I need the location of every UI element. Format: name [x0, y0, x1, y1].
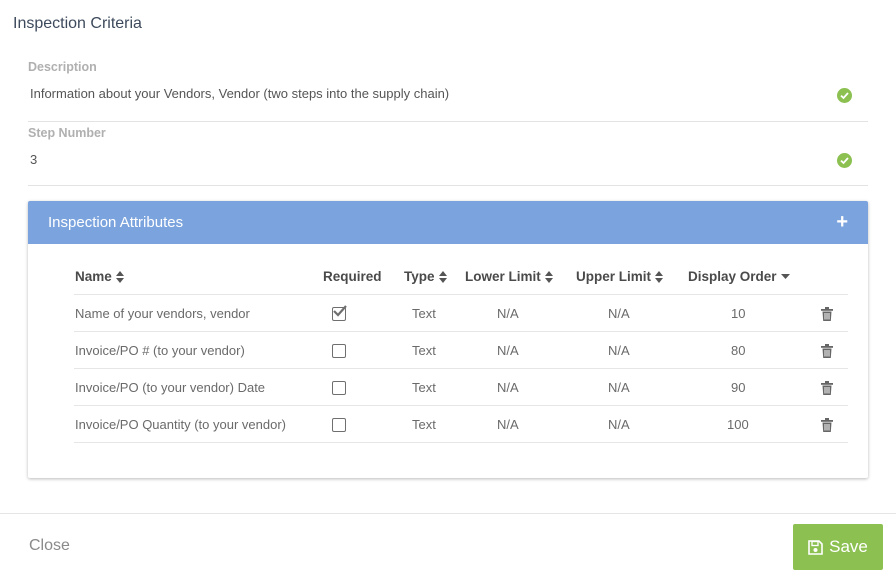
attribute-lower-limit: N/A — [464, 294, 575, 332]
column-header-lower-limit[interactable]: Lower Limit — [464, 259, 575, 295]
required-checkbox[interactable] — [332, 380, 346, 395]
trash-icon[interactable] — [820, 343, 833, 358]
attribute-display-order: 100 — [687, 405, 805, 443]
required-checkbox[interactable] — [332, 343, 346, 358]
check-circle-icon — [837, 153, 852, 168]
attribute-display-order: 90 — [687, 368, 805, 406]
column-header-type[interactable]: Type — [403, 259, 464, 295]
attribute-lower-limit: N/A — [464, 405, 575, 443]
table-row[interactable]: Invoice/PO Quantity (to your vendor) Tex… — [74, 405, 848, 443]
attributes-table: Name Required Type Lower Limit Upper Lim… — [74, 259, 848, 443]
page-title: Inspection Criteria — [13, 15, 142, 32]
attribute-upper-limit: N/A — [575, 331, 687, 369]
attribute-type: Text — [403, 294, 464, 332]
footer-divider — [0, 513, 896, 514]
panel-header: Inspection Attributes + — [28, 201, 868, 244]
table-row[interactable]: Invoice/PO (to your vendor) Date Text N/… — [74, 368, 848, 406]
attribute-name: Invoice/PO Quantity (to your vendor) — [74, 405, 322, 443]
sort-icon — [544, 271, 553, 284]
sort-icon — [115, 271, 124, 284]
add-attribute-button[interactable]: + — [836, 212, 848, 232]
description-label: Description — [28, 60, 97, 74]
check-circle-icon — [837, 88, 852, 103]
attribute-display-order: 10 — [687, 294, 805, 332]
attribute-upper-limit: N/A — [575, 294, 687, 332]
column-header-display-order[interactable]: Display Order — [687, 259, 805, 295]
column-header-actions — [805, 259, 848, 295]
panel-title: Inspection Attributes — [48, 214, 184, 231]
attribute-type: Text — [403, 331, 464, 369]
table-header-row: Name Required Type Lower Limit Upper Lim… — [74, 259, 848, 295]
close-button[interactable]: Close — [29, 537, 70, 555]
column-header-name[interactable]: Name — [74, 259, 322, 295]
attribute-type: Text — [403, 368, 464, 406]
step-number-field[interactable]: Step Number 3 — [28, 126, 868, 186]
save-button[interactable]: Save — [793, 524, 883, 570]
table-row[interactable]: Invoice/PO # (to your vendor) Text N/A N… — [74, 331, 848, 369]
attribute-name: Name of your vendors, vendor — [74, 294, 322, 332]
sort-icon — [438, 271, 447, 284]
attribute-name: Invoice/PO # (to your vendor) — [74, 331, 322, 369]
attribute-upper-limit: N/A — [575, 368, 687, 406]
column-header-required: Required — [322, 259, 403, 295]
save-label: Save — [829, 537, 868, 556]
trash-icon[interactable] — [820, 380, 833, 395]
sort-icon — [655, 271, 664, 284]
trash-icon[interactable] — [820, 306, 833, 321]
attribute-name: Invoice/PO (to your vendor) Date — [74, 368, 322, 406]
attribute-type: Text — [403, 405, 464, 443]
sort-desc-icon — [780, 274, 790, 280]
required-checkbox[interactable] — [332, 417, 346, 432]
trash-icon[interactable] — [820, 417, 833, 432]
floppy-disk-icon — [808, 539, 823, 555]
required-checkbox[interactable] — [332, 305, 347, 321]
attribute-display-order: 80 — [687, 331, 805, 369]
description-field[interactable]: Description Information about your Vendo… — [28, 60, 868, 122]
step-number-label: Step Number — [28, 126, 106, 140]
attribute-upper-limit: N/A — [575, 405, 687, 443]
column-header-upper-limit[interactable]: Upper Limit — [575, 259, 687, 295]
table-row[interactable]: Name of your vendors, vendor Text N/A N/… — [74, 294, 848, 332]
attribute-lower-limit: N/A — [464, 368, 575, 406]
step-number-value[interactable]: 3 — [28, 152, 868, 167]
inspection-attributes-panel: Inspection Attributes + Name Required Ty… — [28, 201, 868, 478]
description-value[interactable]: Information about your Vendors, Vendor (… — [28, 86, 868, 101]
attribute-lower-limit: N/A — [464, 331, 575, 369]
